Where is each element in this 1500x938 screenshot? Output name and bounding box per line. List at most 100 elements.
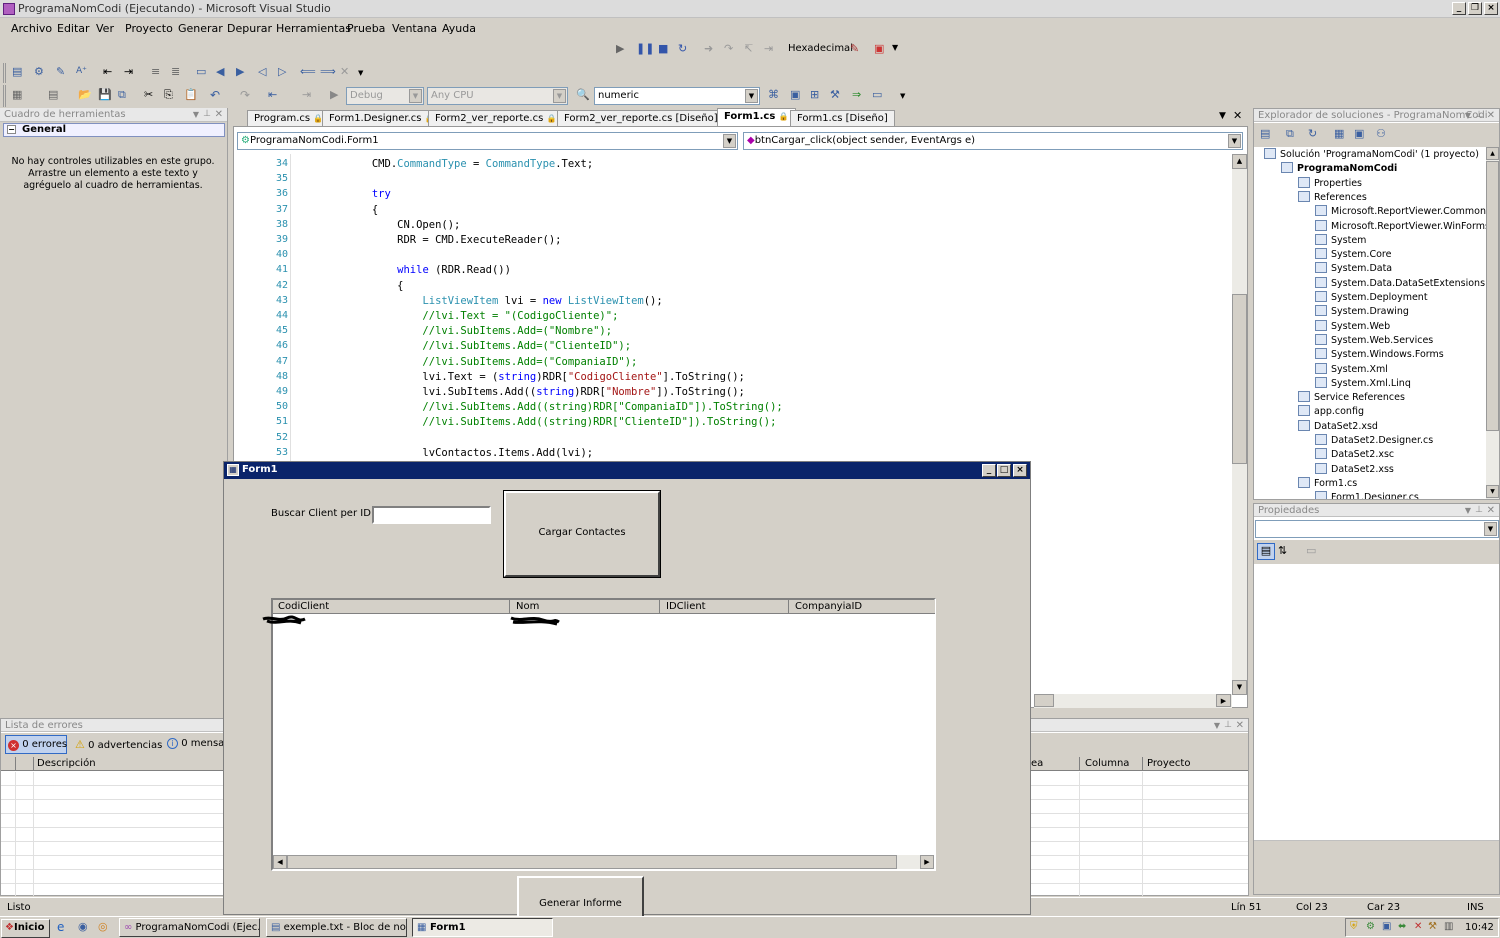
menu-archivo[interactable]: Archivo: [11, 22, 52, 35]
column-companyiaid[interactable]: CompanyiaID: [789, 600, 935, 614]
column-description[interactable]: Descripción: [37, 758, 96, 769]
chevron-down-icon[interactable]: ▼: [892, 43, 898, 52]
menu-editar[interactable]: Editar: [57, 22, 90, 35]
solution-tree-item[interactable]: System.Web: [1315, 319, 1390, 332]
chevron-down-icon[interactable]: ▼: [358, 69, 363, 77]
close-document-icon[interactable]: ✕: [1233, 109, 1242, 122]
new-project-icon[interactable]: ▦: [12, 88, 22, 101]
solution-tree-item[interactable]: Form1.cs: [1298, 476, 1357, 489]
close-icon[interactable]: ✕: [1487, 504, 1495, 517]
show-next-icon[interactable]: ⇥: [764, 42, 773, 55]
chevron-down-icon[interactable]: ▼: [1465, 504, 1471, 517]
indent-icon[interactable]: ⇥: [124, 65, 133, 78]
minimize-button[interactable]: _: [1452, 2, 1466, 15]
vertical-scrollbar[interactable]: ▲ ▼: [1232, 154, 1247, 695]
hexadecimal-button[interactable]: Hexadecimal: [788, 43, 853, 54]
toolbox-group-general[interactable]: − General: [3, 123, 225, 137]
next-file-bookmark-icon[interactable]: ⟹: [320, 65, 336, 78]
menu-ayuda[interactable]: Ayuda: [442, 22, 476, 35]
prev-file-bookmark-icon[interactable]: ⟸: [300, 65, 316, 78]
toolbox-icon[interactable]: ⚒: [830, 88, 840, 101]
solution-tree-item[interactable]: app.config: [1298, 405, 1364, 417]
close-icon[interactable]: ✕: [215, 108, 223, 121]
solution-tree-item[interactable]: Microsoft.ReportViewer.WinForms: [1315, 219, 1486, 232]
hscroll-thumb[interactable]: [287, 855, 897, 869]
step-over-icon[interactable]: ↷: [724, 42, 733, 55]
save-icon[interactable]: 💾: [98, 88, 112, 101]
members-icon[interactable]: ▤: [12, 65, 22, 78]
view-code-icon[interactable]: ▦: [1334, 127, 1344, 140]
tab-form2-ver-reporte-cs[interactable]: Form2_ver_reporte.cs 🔒: [428, 110, 564, 126]
properties-icon[interactable]: ▤: [1260, 127, 1270, 140]
navigate-forward-icon[interactable]: ⇥: [302, 88, 311, 101]
prev-bookmark-icon[interactable]: ◀: [216, 65, 224, 78]
solution-config-select[interactable]: Debug ▼: [346, 87, 424, 105]
properties-object-select[interactable]: ▼: [1255, 520, 1499, 538]
solution-tree-item[interactable]: System.Data.DataSetExtensions: [1315, 276, 1485, 289]
taskbar-item-form1[interactable]: ▦ Form1: [412, 918, 553, 937]
view-designer-icon[interactable]: ▣: [1354, 127, 1364, 140]
solution-tree-item[interactable]: System.Xml.Linq: [1315, 376, 1411, 389]
add-item-icon[interactable]: ▤: [48, 88, 58, 101]
pin-icon[interactable]: ⊥: [1224, 719, 1232, 732]
solution-tree-item[interactable]: System.Drawing: [1315, 305, 1409, 317]
scroll-left-icon[interactable]: ◀: [273, 855, 287, 869]
property-pages-icon[interactable]: ▭: [1306, 544, 1316, 557]
scroll-right-icon[interactable]: ▶: [1216, 694, 1231, 707]
scroll-thumb[interactable]: [1486, 161, 1499, 431]
start-debug-icon[interactable]: ▶: [330, 88, 338, 101]
menu-generar[interactable]: Generar: [178, 22, 223, 35]
column-idclient[interactable]: IDClient: [660, 600, 789, 614]
form1-close-button[interactable]: ×: [1013, 464, 1027, 477]
chevron-down-icon[interactable]: ▼: [900, 92, 905, 100]
solution-tree-item[interactable]: Solución 'ProgramaNomCodi' (1 proyecto): [1264, 148, 1479, 160]
tab-form1-design[interactable]: Form1.cs [Diseño]: [790, 110, 895, 126]
windows-icon[interactable]: ▣: [874, 42, 884, 55]
errors-filter-button[interactable]: × 0 errores: [5, 735, 67, 754]
media-player-icon[interactable]: ◎: [98, 920, 108, 933]
chevron-down-icon[interactable]: ▼: [1465, 109, 1471, 122]
close-icon[interactable]: ✕: [1236, 719, 1244, 732]
scroll-thumb[interactable]: [1232, 294, 1247, 464]
internet-explorer-icon[interactable]: e: [57, 920, 64, 934]
messages-filter-button[interactable]: i 0 mensa: [165, 735, 225, 754]
pin-icon[interactable]: ⊥: [1475, 504, 1483, 517]
column-codiclient[interactable]: CodiClient: [273, 600, 510, 614]
chevron-down-icon[interactable]: ▼: [1219, 111, 1226, 121]
tab-form1-cs[interactable]: Form1.cs 🔒: [717, 108, 796, 126]
find-combo[interactable]: numeric ▼: [594, 87, 760, 105]
menu-depurar[interactable]: Depurar: [227, 22, 272, 35]
solution-tree-item[interactable]: DataSet2.Designer.cs: [1315, 434, 1433, 446]
solution-tree-item[interactable]: References: [1298, 190, 1367, 203]
solution-tree-item[interactable]: ProgramaNomCodi: [1281, 162, 1397, 174]
display-icon[interactable]: ▣: [1382, 921, 1391, 932]
class-diagram-icon[interactable]: ⚇: [1376, 127, 1386, 140]
tab-form1-designer-cs[interactable]: Form1.Designer.cs 🔒: [322, 110, 442, 126]
properties-window-icon[interactable]: ▣: [790, 88, 800, 101]
breakpoints-icon[interactable]: ✎: [850, 42, 859, 55]
form1-maximize-button[interactable]: □: [997, 464, 1011, 477]
undo-icon[interactable]: ↶: [210, 88, 220, 102]
menu-herramientas[interactable]: Herramientas: [276, 22, 351, 35]
restore-button[interactable]: ❐: [1468, 2, 1482, 15]
solution-vertical-scrollbar[interactable]: ▲ ▼: [1486, 147, 1499, 499]
chevron-down-icon[interactable]: ▼: [1214, 719, 1220, 732]
taskbar-item-visual-studio[interactable]: ∞ ProgramaNomCodi (Ejec...: [119, 918, 260, 937]
menu-ver[interactable]: Ver: [96, 22, 114, 35]
scroll-up-icon[interactable]: ▲: [1232, 154, 1247, 169]
save-all-icon[interactable]: ⧉: [118, 88, 126, 102]
menu-prueba[interactable]: Prueba: [347, 22, 385, 35]
prev-folder-bookmark-icon[interactable]: ◁: [258, 65, 266, 78]
listview-horizontal-scrollbar[interactable]: ◀ ▶: [273, 855, 934, 869]
close-icon[interactable]: ✕: [1487, 109, 1495, 122]
outdent-icon[interactable]: ⇤: [103, 65, 112, 78]
volume-icon[interactable]: ▥: [1444, 921, 1453, 932]
pin-icon[interactable]: ⊥: [1475, 109, 1483, 122]
redo-icon[interactable]: ↷: [240, 88, 250, 102]
solution-tree-item[interactable]: System: [1315, 233, 1366, 246]
form1-minimize-button[interactable]: _: [982, 464, 996, 477]
solution-tree-item[interactable]: DataSet2.xss: [1315, 462, 1394, 475]
step-into-icon[interactable]: ➜: [704, 42, 713, 55]
solution-tree-item[interactable]: Form1.Designer.cs: [1315, 491, 1419, 499]
solution-tree-item[interactable]: System.Core: [1315, 248, 1391, 260]
